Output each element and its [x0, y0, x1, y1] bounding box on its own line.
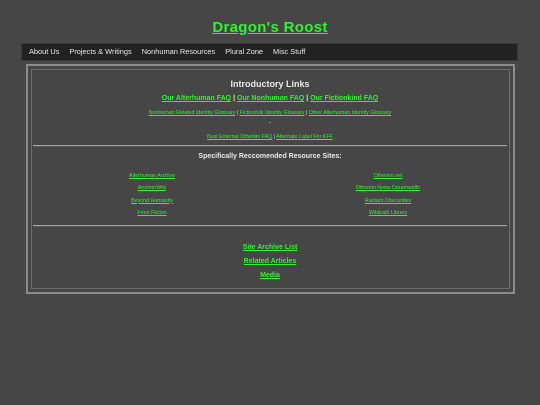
fictionkind-faq-link[interactable]: Our Fictionkind FAQ — [310, 95, 378, 102]
horizontal-rule — [33, 225, 507, 227]
external-separator: | — [273, 134, 276, 140]
resource-link-beyond-humanity[interactable]: Beyond Humanity — [77, 198, 227, 210]
resource-link-radiant-obscurities[interactable]: Radiant Obscurities — [313, 198, 463, 210]
dash-divider: - — [269, 120, 271, 126]
horizontal-rule — [33, 145, 507, 147]
intro-heading: Introductory Links — [230, 79, 310, 89]
best-external-otherkin-faq-link[interactable]: Best External Otherkin FAQ — [207, 134, 272, 140]
nav-item-about-us[interactable]: About Us — [24, 43, 64, 61]
nonhuman-faq-link[interactable]: Our Nonhuman FAQ — [237, 95, 304, 102]
related-articles-link[interactable]: Related Articles — [0, 257, 540, 271]
resource-link-otherkin-net[interactable]: Otherkin.net — [313, 173, 463, 185]
glossary-separator: | — [305, 110, 308, 116]
media-link[interactable]: Media — [0, 271, 540, 285]
nav-item-misc-stuff[interactable]: Misc Stuff — [268, 43, 310, 61]
resource-link-alterhuman-archive[interactable]: Alterhuman Archive — [77, 173, 227, 185]
resources-heading: Specifically Reccomended Resource Sites: — [198, 153, 342, 160]
nonhuman-glossary-link[interactable]: Nonhuman Related Identity Glossary — [149, 110, 236, 116]
nav-item-plural-zone[interactable]: Plural Zone — [220, 43, 268, 61]
alternate-label-kff-link[interactable]: Alternate Label For KFF — [276, 134, 333, 140]
bottom-links: Site Archive List Related Articles Media — [0, 243, 540, 285]
nav-item-projects-writings[interactable]: Projects & Writings — [64, 43, 136, 61]
resources-right-column: Otherkin.net Otherkin News Dreamwidth Ra… — [313, 173, 463, 222]
other-alterhuman-glossary-link[interactable]: Other Alterhuman Identity Glossary — [309, 110, 391, 116]
site-title-link[interactable]: Dragon's Roost — [212, 19, 327, 36]
resources-left-column: Alterhuman Archive AnotherWiki Beyond Hu… — [77, 173, 227, 222]
glossary-separator: | — [236, 110, 239, 116]
main-navbar: About Us Projects & Writings Nonhuman Re… — [21, 43, 518, 61]
site-archive-list-link[interactable]: Site Archive List — [0, 243, 540, 257]
resource-link-wildpath-library[interactable]: Wildpath Library — [313, 210, 463, 222]
glossary-links-row: Nonhuman Related Identity Glossary | Fic… — [0, 110, 540, 116]
resource-link-otherkin-news-dreamwidth[interactable]: Otherkin News Dreamwidth — [313, 185, 463, 197]
resource-link-anotherwiki[interactable]: AnotherWiki — [77, 185, 227, 197]
external-links-row: Best External Otherkin FAQ | Alternate L… — [0, 134, 540, 140]
site-title: Dragon's Roost — [0, 19, 540, 36]
fictionfolk-glossary-link[interactable]: Fictionfolk Identity Glossary — [240, 110, 305, 116]
faq-separator: | — [233, 95, 236, 102]
nav-item-nonhuman-resources[interactable]: Nonhuman Resources — [137, 43, 221, 61]
resource-link-from-fiction[interactable]: From Fiction — [77, 210, 227, 222]
faq-separator: | — [306, 95, 309, 102]
faq-links-row: Our Alterhuman FAQ | Our Nonhuman FAQ | … — [0, 95, 540, 102]
alterhuman-faq-link[interactable]: Our Alterhuman FAQ — [162, 95, 231, 102]
